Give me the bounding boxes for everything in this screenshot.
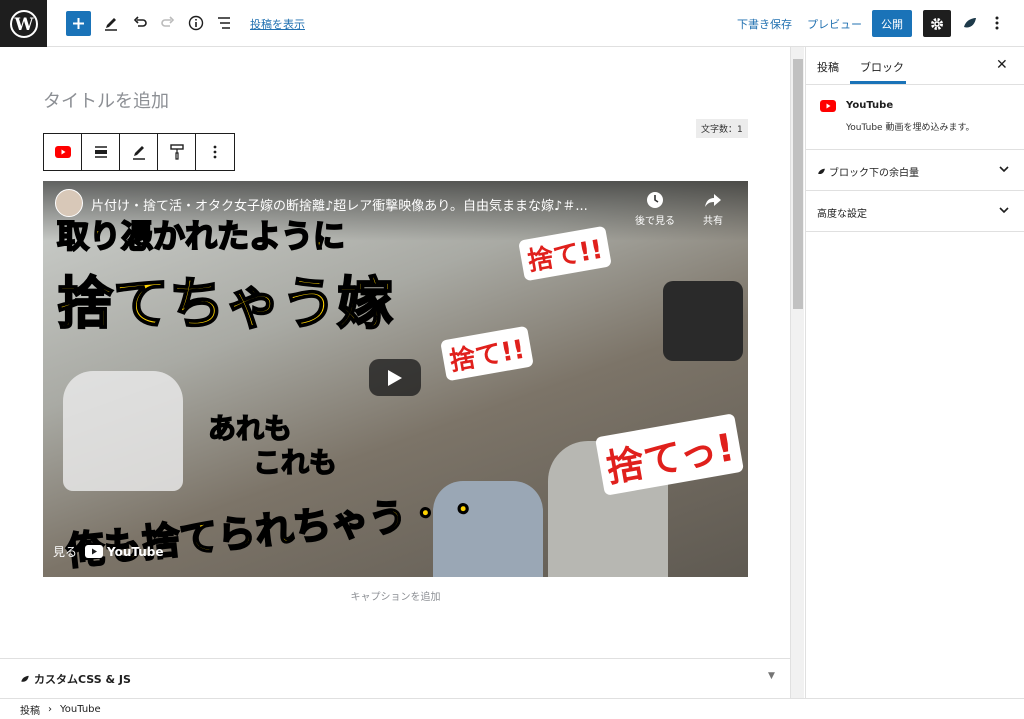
wordpress-logo-icon[interactable]: W bbox=[0, 0, 47, 47]
plugin-leaf-icon bbox=[21, 675, 29, 682]
watch-later-label: 後で見る bbox=[635, 216, 675, 227]
youtube-icon bbox=[820, 100, 836, 112]
watch-later-button[interactable]: 後で見る bbox=[631, 191, 679, 227]
custom-css-js-label: カスタムCSS & JS bbox=[34, 673, 131, 686]
settings-sidebar: 投稿 ブロック ✕ YouTube YouTube 動画を埋め込みます。 ブロッ… bbox=[805, 47, 1024, 698]
accordion-label: ブロック下の余白量 bbox=[817, 164, 919, 179]
active-tab-indicator bbox=[850, 81, 906, 84]
block-toolbar bbox=[43, 133, 235, 171]
accordion-bottom-margin[interactable]: ブロック下の余白量 bbox=[806, 150, 1024, 191]
play-icon[interactable] bbox=[369, 359, 421, 396]
watch-on-youtube-button[interactable]: 見る YouTube bbox=[53, 543, 164, 560]
tab-block[interactable]: ブロック bbox=[860, 59, 904, 75]
block-description: YouTube 動画を埋め込みます。 bbox=[846, 123, 975, 133]
caption-input[interactable]: キャプションを追加 bbox=[43, 588, 748, 603]
plugin-leaf-icon bbox=[818, 168, 825, 175]
chevron-down-icon[interactable] bbox=[998, 163, 1010, 175]
editor-canvas: タイトルを追加 文字数：1 片付け・捨て活・オタク女子嫁の断捨離♪超レア衝撃映像… bbox=[0, 47, 790, 658]
custom-css-js-panel[interactable]: カスタムCSS & JS ▼ bbox=[0, 658, 790, 698]
svg-text:W: W bbox=[13, 15, 34, 35]
block-card: YouTube YouTube 動画を埋め込みます。 bbox=[806, 85, 1024, 150]
breadcrumb: 投稿 › YouTube bbox=[0, 698, 1024, 719]
accordion-advanced[interactable]: 高度な設定 bbox=[806, 191, 1024, 232]
post-title-input[interactable]: タイトルを追加 bbox=[43, 87, 169, 113]
redo-icon[interactable] bbox=[156, 11, 180, 35]
settings-gear-icon[interactable] bbox=[923, 10, 951, 37]
edit-url-icon[interactable] bbox=[120, 134, 158, 170]
chevron-down-icon[interactable] bbox=[998, 204, 1010, 216]
plastic-bag-image bbox=[63, 371, 183, 491]
undo-icon[interactable] bbox=[128, 11, 152, 35]
close-icon[interactable]: ✕ bbox=[996, 57, 1008, 73]
editor-scrollbar[interactable] bbox=[790, 47, 804, 698]
info-icon[interactable] bbox=[184, 11, 208, 35]
sidebar-tabs: 投稿 ブロック ✕ bbox=[806, 47, 1024, 85]
edit-tool-icon[interactable] bbox=[99, 11, 123, 35]
share-label: 共有 bbox=[703, 216, 723, 227]
more-options-icon[interactable] bbox=[985, 11, 1009, 35]
custom-css-js-header[interactable]: カスタムCSS & JS bbox=[20, 671, 131, 687]
thumbnail-text: 捨て!! bbox=[440, 325, 534, 382]
publish-button[interactable]: 公開 bbox=[872, 10, 912, 37]
thumbnail-text: 取り憑かれたように bbox=[56, 216, 346, 256]
accordion-label-text: 高度な設定 bbox=[817, 209, 867, 220]
thumbnail-text: 俺も捨てられちゃう・・ bbox=[63, 485, 485, 574]
expand-arrow-icon[interactable]: ▼ bbox=[768, 671, 775, 681]
accordion-label: 高度な設定 bbox=[817, 205, 867, 220]
paint-roller-icon[interactable] bbox=[158, 134, 196, 170]
breadcrumb-item-post[interactable]: 投稿 bbox=[20, 702, 40, 717]
block-options-icon[interactable] bbox=[196, 134, 234, 170]
tab-post[interactable]: 投稿 bbox=[817, 59, 839, 75]
youtube-icon bbox=[85, 545, 104, 558]
plugin-leaf-icon[interactable] bbox=[958, 11, 982, 35]
align-icon[interactable] bbox=[82, 134, 120, 170]
watch-label: 見る bbox=[53, 545, 78, 559]
accordion-label-text: ブロック下の余白量 bbox=[829, 168, 919, 179]
breadcrumb-item-youtube[interactable]: YouTube bbox=[60, 704, 101, 715]
scrollbar-thumb[interactable] bbox=[793, 59, 803, 309]
preview-button[interactable]: プレビュー bbox=[807, 16, 862, 32]
share-button[interactable]: 共有 bbox=[693, 191, 733, 227]
char-count-badge: 文字数：1 bbox=[696, 119, 748, 138]
thumbnail-text: 捨てっ! bbox=[594, 413, 745, 496]
breadcrumb-separator-icon: › bbox=[48, 703, 52, 715]
chair-image bbox=[663, 281, 743, 361]
list-view-icon[interactable] bbox=[212, 11, 236, 35]
add-block-button[interactable] bbox=[66, 11, 91, 36]
thumbnail-text: これも bbox=[252, 445, 338, 480]
save-draft-button[interactable]: 下書き保存 bbox=[737, 16, 792, 32]
top-toolbar: W 投稿を表示 下書き保存 プレビュー 公開 bbox=[0, 0, 1024, 47]
view-post-link[interactable]: 投稿を表示 bbox=[250, 16, 305, 32]
youtube-badge: YouTube bbox=[85, 545, 164, 559]
youtube-label: YouTube bbox=[107, 544, 164, 559]
block-type-youtube-icon[interactable] bbox=[44, 134, 82, 170]
thumbnail-text: 捨てちゃう嫁 bbox=[56, 271, 394, 338]
block-name: YouTube bbox=[846, 100, 894, 111]
youtube-embed[interactable]: 片付け・捨て活・オタク女子嫁の断捨離♪超レア衝撃映像あり。自由気ままな嫁♪＃..… bbox=[43, 181, 748, 577]
